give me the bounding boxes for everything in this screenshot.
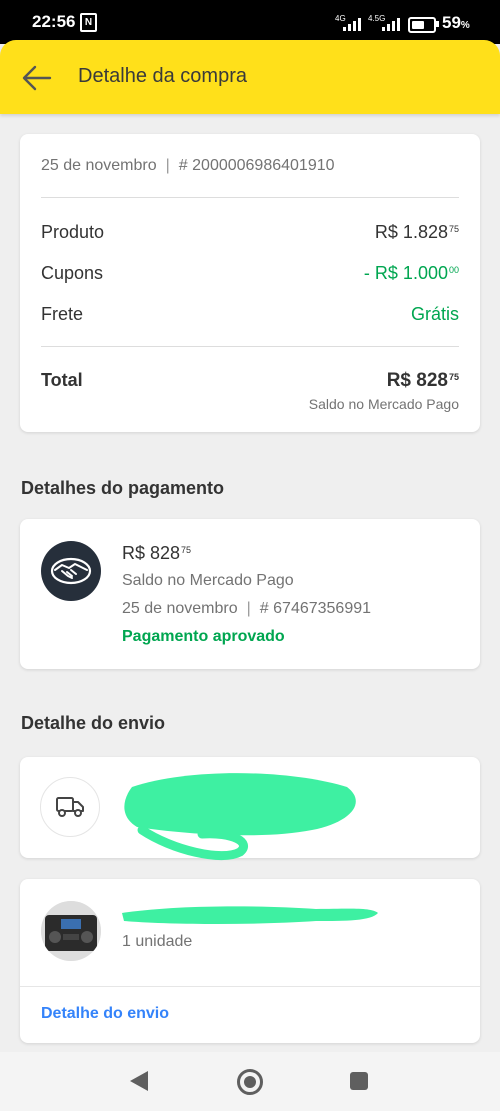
order-meta: 25 de novembro | # 2000006986401910 [41, 157, 335, 175]
shipping-fee-value: Grátis [410, 304, 459, 324]
product-label: Produto [41, 222, 105, 242]
battery-icon [408, 17, 436, 33]
shipping-section-title: Detalhe do envio [21, 713, 166, 733]
payment-id: # 67467356991 [259, 600, 372, 617]
product-card[interactable]: 1 unidade Detalhe do envio [20, 879, 480, 1043]
signal-icon-2 [382, 18, 400, 31]
redaction-scribble [122, 906, 378, 924]
payment-status: Pagamento aprovado [122, 628, 285, 645]
meta-separator: | [246, 600, 251, 617]
product-quantity: 1 unidade [122, 933, 193, 950]
shipping-card[interactable] [20, 757, 480, 861]
arrow-left-icon[interactable] [22, 64, 52, 92]
divider [41, 346, 459, 347]
payment-amount: R$ 82875 [122, 543, 192, 563]
shipping-fee-label: Frete [41, 304, 84, 324]
total-payment-method: Saldo no Mercado Pago [308, 396, 459, 412]
status-bar: 22:56 N 4G 4.5G 59% [0, 0, 500, 44]
page-title: Detalhe da compra [78, 65, 247, 87]
shipping-detail-link[interactable]: Detalhe do envio [41, 1005, 169, 1023]
clock: 22:56 [32, 12, 76, 31]
payment-meta: 25 de novembro | # 67467356991 [122, 600, 371, 618]
square-recents-icon[interactable] [350, 1072, 368, 1090]
truck-icon [40, 777, 100, 837]
order-date: 25 de novembro [41, 157, 157, 174]
divider [41, 197, 459, 198]
payment-section-title: Detalhes do pagamento [21, 478, 225, 498]
battery-level [412, 21, 424, 29]
app-header: Detalhe da compra [0, 40, 500, 114]
system-nav-bar [0, 1052, 500, 1111]
payment-card[interactable]: R$ 82875 Saldo no Mercado Pago 25 de nov… [20, 519, 480, 669]
purchase-summary-card: 25 de novembro | # 2000006986401910 Produt… [20, 134, 480, 432]
payment-date: 25 de novembro [122, 600, 238, 617]
total-value: R$ 82875 [386, 370, 459, 391]
divider [20, 986, 480, 987]
meta-separator: | [165, 157, 170, 174]
triangle-back-icon[interactable] [130, 1071, 148, 1091]
mercado-pago-handshake-icon [41, 541, 101, 601]
redaction-scribble [124, 773, 356, 861]
order-id: # 2000006986401910 [178, 157, 335, 174]
battery-percentage: 59% [442, 13, 470, 32]
signal-icon [343, 18, 361, 31]
coupons-label: Cupons [41, 263, 104, 283]
circle-home-icon[interactable] [237, 1069, 263, 1095]
product-value: R$ 1.82875 [374, 222, 459, 242]
coupons-value: - R$ 1.00000 [363, 263, 459, 283]
payment-method: Saldo no Mercado Pago [122, 572, 294, 589]
battery-tip [436, 21, 439, 27]
total-label: Total [41, 370, 83, 390]
product-thumbnail [41, 901, 101, 961]
nfc-icon: N [80, 13, 97, 32]
